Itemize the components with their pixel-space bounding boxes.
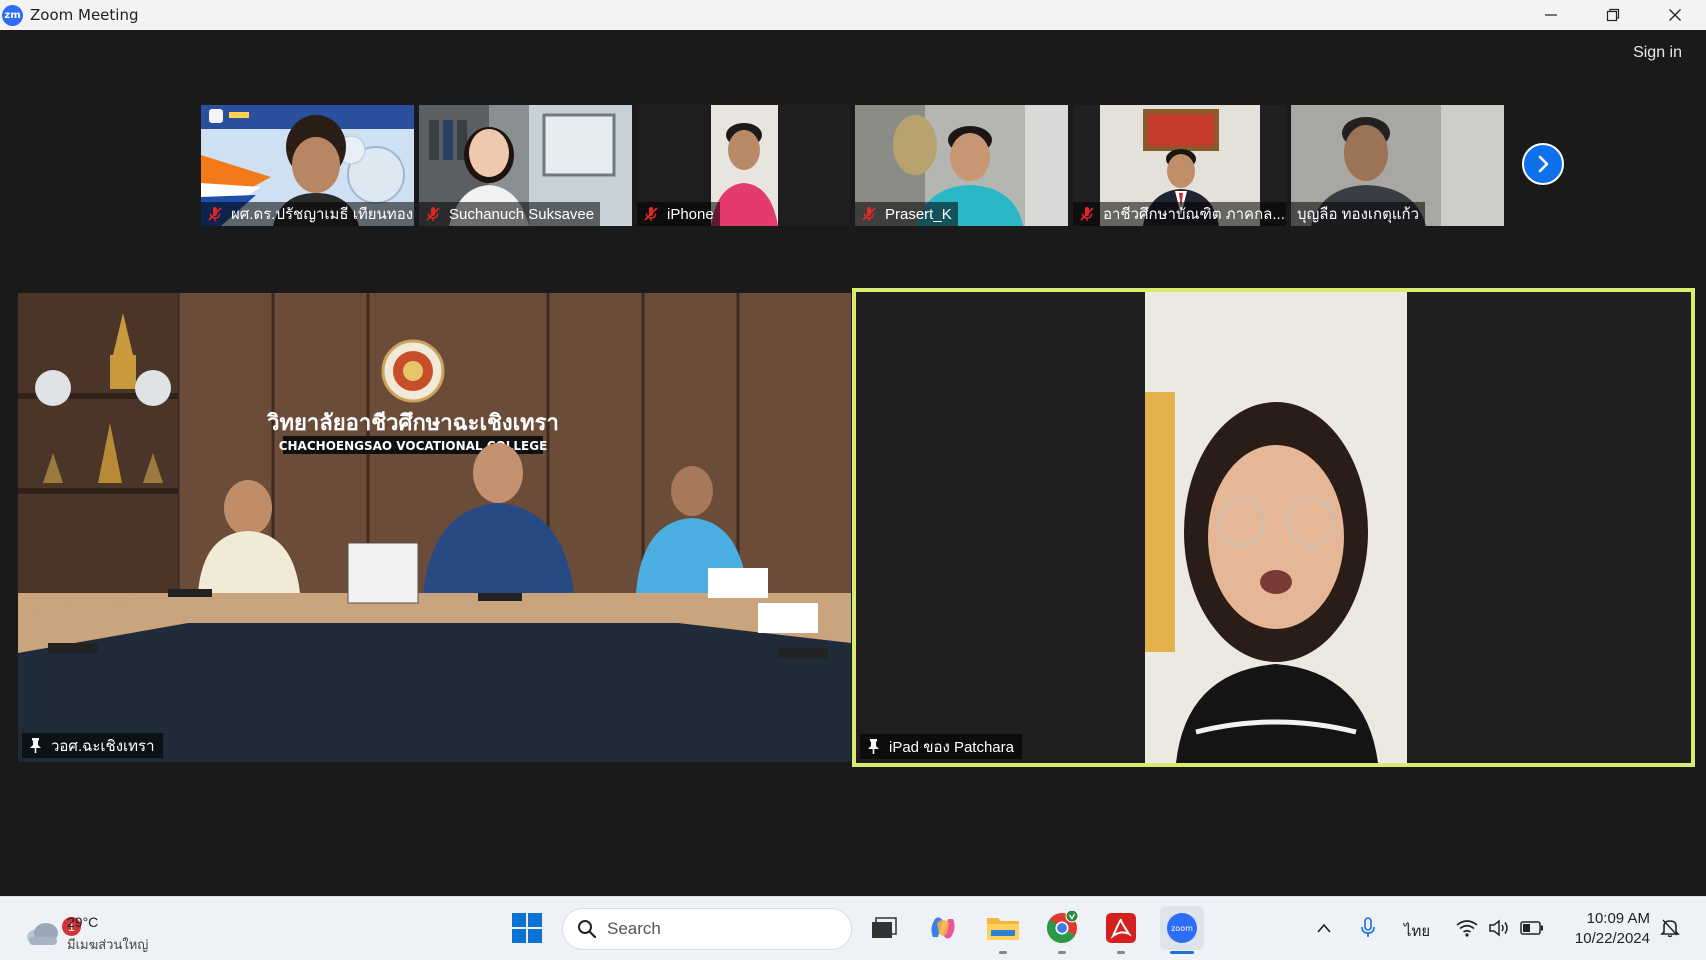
participant-name-label: อาชีวศึกษาบัณฑิต ภาคกล... — [1073, 202, 1286, 226]
microphone-icon — [1361, 917, 1375, 937]
bell-icon — [1660, 919, 1680, 938]
close-button[interactable] — [1644, 0, 1706, 30]
participant-name-label: Suchanuch Suksavee — [419, 202, 601, 226]
muted-mic-icon — [644, 207, 658, 221]
copilot-icon — [931, 917, 955, 939]
start-button[interactable] — [509, 910, 545, 946]
task-view-icon — [872, 917, 897, 938]
weather-widget[interactable]: 1 29°C มีเมฆส่วนใหญ่ — [22, 909, 172, 953]
participant-name: ผศ.ดร.ปรัชญาเมธี เทียนทอง — [231, 206, 414, 223]
muted-mic-icon — [1080, 207, 1094, 221]
notifications-button[interactable] — [1654, 910, 1686, 946]
acrobat-icon — [1106, 913, 1136, 943]
weather-description: มีเมฆส่วนใหญ่ — [67, 938, 149, 953]
app-running-indicator — [1058, 951, 1066, 954]
participant-video: วิทยาลัยอาชีวศึกษาฉะเชิงเทรา CHACHOENGSA… — [18, 293, 851, 762]
svg-text:zoom: zoom — [1171, 924, 1193, 933]
minimize-icon — [1545, 14, 1557, 16]
participant-name-label: iPhone — [637, 202, 720, 226]
participant-tile[interactable]: อาชีวศึกษาบัณฑิต ภาคกล... — [1073, 105, 1286, 226]
task-view-button[interactable] — [866, 910, 902, 946]
acrobat-button[interactable] — [1103, 910, 1139, 946]
window-title: Zoom Meeting — [30, 6, 139, 24]
video-tile-active-speaker[interactable]: iPad ของ Patchara — [852, 288, 1695, 767]
video-tile-conference-room[interactable]: วิทยาลัยอาชีวศึกษาฉะเชิงเทรา CHACHOENGSA… — [18, 293, 851, 762]
input-language-indicator[interactable]: ไทย — [1404, 919, 1430, 943]
participant-name: Suchanuch Suksavee — [449, 205, 595, 223]
file-explorer-button[interactable] — [985, 910, 1021, 946]
participant-name-label: บุญลือ ทองเกตุแก้ว — [1291, 202, 1426, 226]
weather-temperature: 29°C — [67, 914, 99, 930]
restore-button[interactable] — [1582, 0, 1644, 30]
search-input[interactable] — [607, 919, 807, 939]
battery-icon — [1520, 921, 1543, 935]
microphone-button[interactable] — [1350, 910, 1386, 946]
pin-icon — [868, 739, 879, 754]
zoom-taskbar-button[interactable]: zoom — [1160, 906, 1204, 950]
meeting-area: Sign in ผศ.ดร.ปรัชญาเมธี เทียนทอง Suchan… — [0, 30, 1706, 896]
title-bar: zm Zoom Meeting — [0, 0, 1706, 30]
participant-name-label: วอศ.ฉะเชิงเทรา — [22, 733, 163, 758]
clock-date: 10/22/2024 — [1574, 930, 1650, 947]
volume-button[interactable] — [1482, 910, 1518, 946]
participant-tile[interactable]: Suchanuch Suksavee — [419, 105, 632, 226]
window-controls — [1520, 0, 1706, 30]
participant-tile[interactable]: บุญลือ ทองเกตุแก้ว — [1291, 105, 1504, 226]
wifi-icon — [1456, 920, 1478, 937]
zoom-app-icon: zm — [2, 4, 23, 26]
windows-start-icon — [512, 913, 542, 943]
participant-name: iPad ของ Patchara — [889, 738, 1014, 756]
speaker-icon — [1489, 919, 1508, 937]
participant-name: บุญลือ ทองเกตุแก้ว — [1297, 206, 1420, 223]
close-icon — [1669, 9, 1681, 21]
show-hidden-icons-button[interactable] — [1306, 910, 1342, 946]
participant-name: Prasert_K — [885, 205, 952, 223]
cloud-icon — [27, 923, 58, 945]
participant-name: วอศ.ฉะเชิงเทรา — [51, 737, 155, 755]
clock-time: 10:09 AM — [1586, 910, 1650, 927]
pin-icon — [30, 738, 41, 753]
sign-in-button[interactable]: Sign in — [1627, 41, 1688, 65]
taskbar-clock[interactable]: 10:09 AM 10/22/2024 — [1575, 909, 1650, 949]
app-running-indicator — [999, 951, 1007, 954]
participant-tile[interactable]: Prasert_K — [855, 105, 1068, 226]
participant-name-label: ผศ.ดร.ปรัชญาเมธี เทียนทอง — [201, 202, 414, 226]
network-button[interactable] — [1449, 910, 1485, 946]
taskbar-search[interactable] — [562, 908, 852, 950]
app-active-indicator — [1170, 951, 1194, 954]
chevron-right-icon — [1538, 155, 1549, 173]
next-page-button[interactable] — [1522, 143, 1564, 185]
app-running-indicator — [1117, 951, 1125, 954]
participant-name: iPhone — [667, 205, 714, 223]
zoom-icon: zoom — [1167, 913, 1197, 943]
muted-mic-icon — [862, 207, 876, 221]
minimize-button[interactable] — [1520, 0, 1582, 30]
college-sign-thai: วิทยาลัยอาชีวศึกษาฉะเชิงเทรา — [267, 411, 559, 436]
participant-name-label: Prasert_K — [855, 202, 958, 226]
battery-button[interactable] — [1514, 910, 1550, 946]
participant-tile[interactable]: ผศ.ดร.ปรัชญาเมธี เทียนทอง — [201, 105, 414, 226]
chrome-icon — [1046, 911, 1079, 944]
muted-mic-icon — [208, 207, 222, 221]
participant-video — [856, 292, 1691, 763]
search-icon — [578, 920, 597, 939]
folder-icon — [987, 918, 1019, 940]
participant-name: อาชีวศึกษาบัณฑิต ภาคกล... — [1103, 206, 1285, 223]
participant-name-label: iPad ของ Patchara — [860, 734, 1022, 759]
participant-tile[interactable]: iPhone — [637, 105, 850, 226]
copilot-button[interactable] — [925, 910, 961, 946]
taskbar: 1 29°C มีเมฆส่วนใหญ่ Search zoom ไทย 10:… — [0, 896, 1706, 960]
muted-mic-icon — [426, 207, 440, 221]
chevron-up-icon — [1317, 923, 1331, 933]
chrome-button[interactable] — [1044, 910, 1080, 946]
restore-icon — [1606, 8, 1620, 22]
